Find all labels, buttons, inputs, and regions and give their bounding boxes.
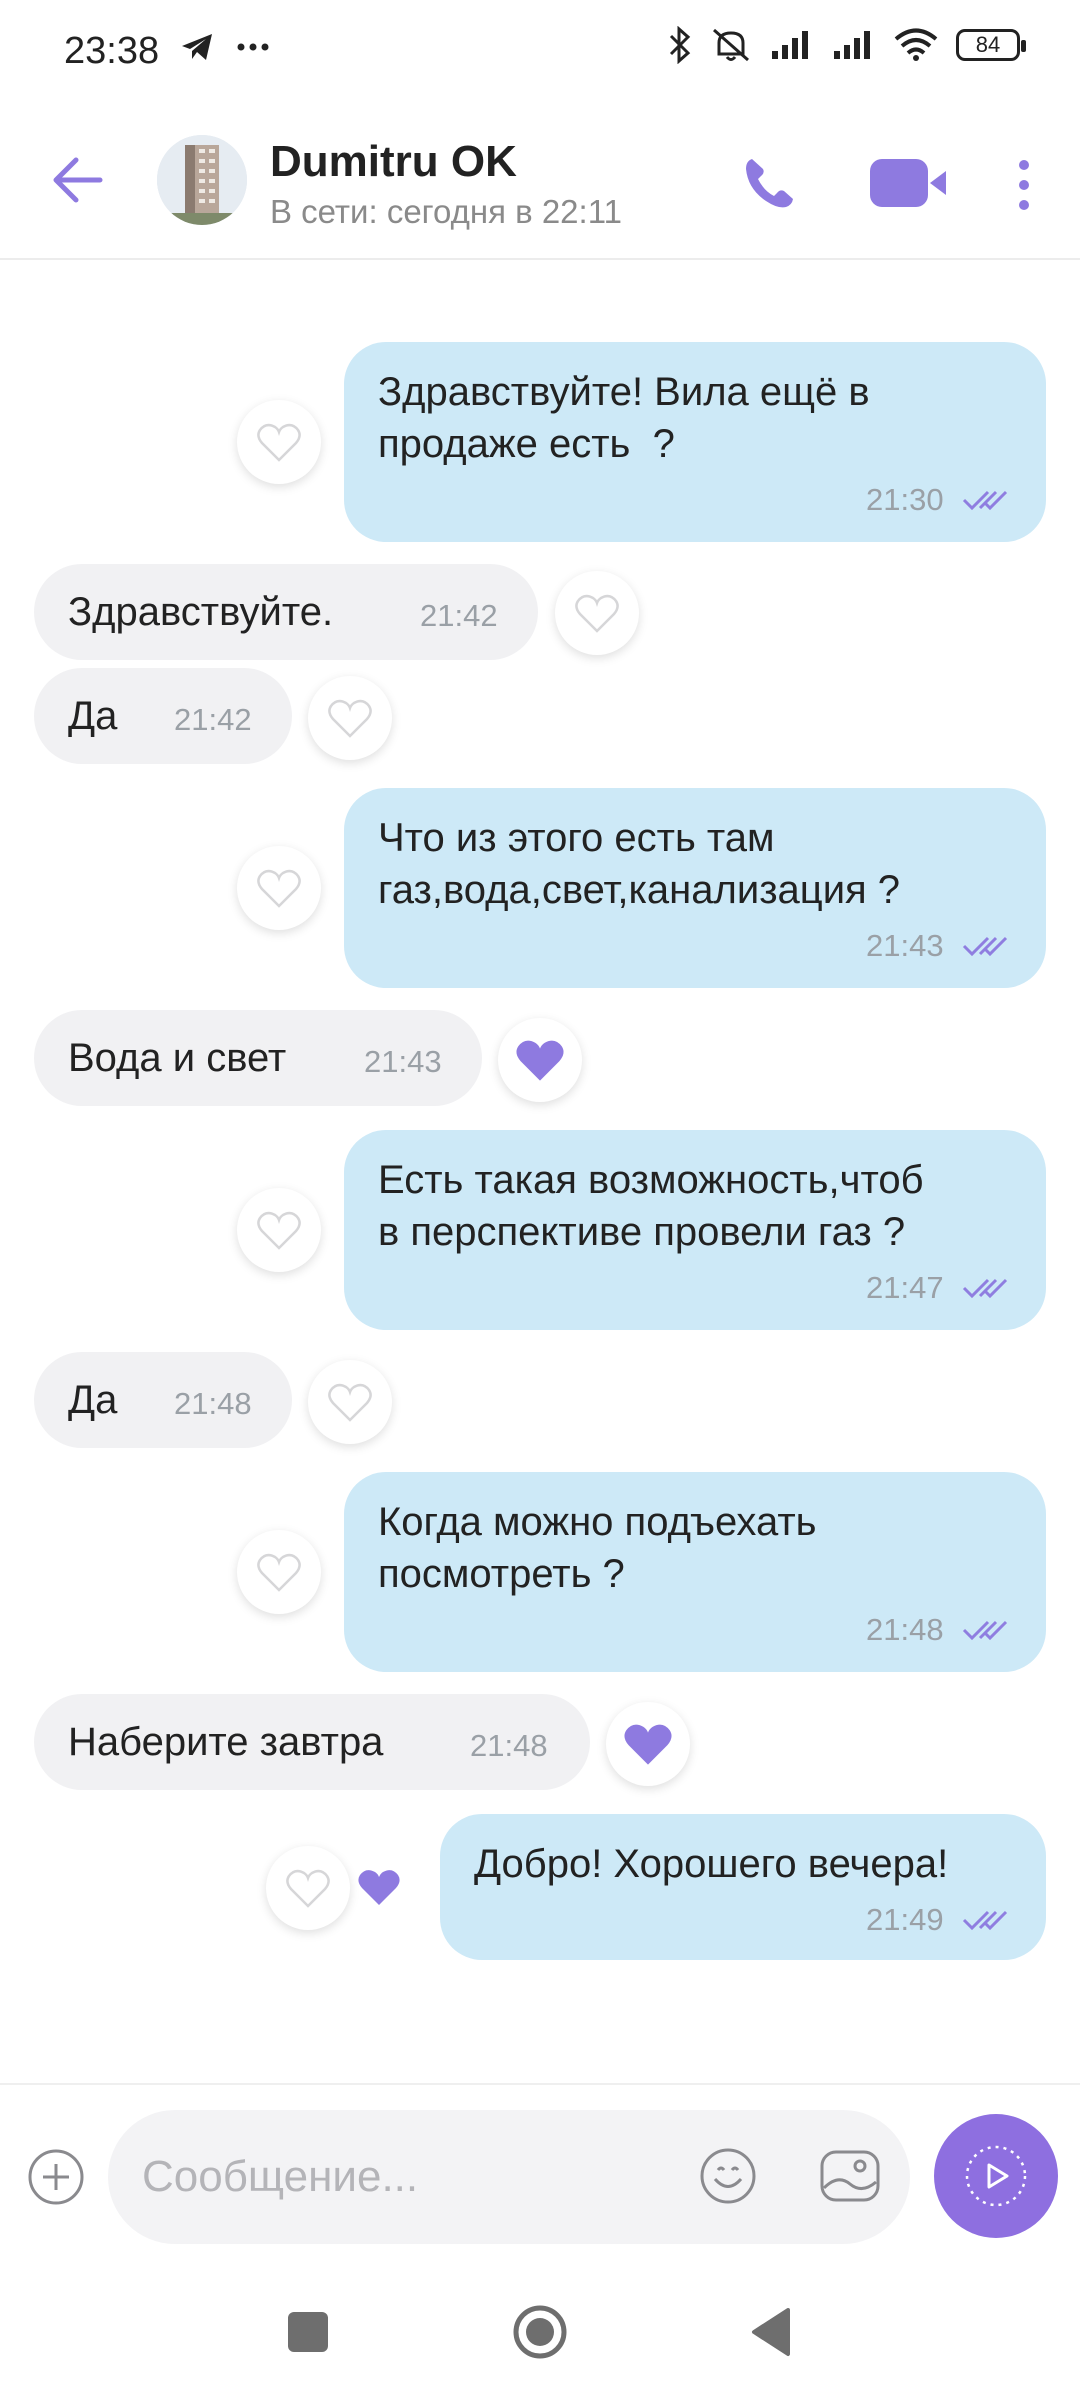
- message-text: Есть такая возможность,чтоб в перспектив…: [378, 1158, 924, 1254]
- message-input[interactable]: Сообщение...: [108, 2110, 910, 2244]
- outgoing-message[interactable]: Здравствуйте! Вила ещё в продаже есть ? …: [344, 342, 1046, 542]
- incoming-message[interactable]: Вода и свет 21:43: [34, 1010, 482, 1106]
- like-button-active[interactable]: [498, 1018, 582, 1102]
- battery-level: 84: [975, 32, 1001, 57]
- heart-outline-icon: [257, 423, 301, 462]
- muted-bell-icon: [713, 28, 749, 62]
- wifi-icon: [894, 28, 938, 61]
- heart-filled-icon: [516, 1040, 564, 1081]
- avatar[interactable]: [157, 135, 247, 225]
- message-time: 21:48: [470, 1728, 548, 1763]
- like-button[interactable]: [266, 1846, 350, 1930]
- message-text: Здравствуйте! Вила ещё в продаже есть ?: [378, 370, 870, 466]
- message-time: 21:47: [866, 1270, 944, 1305]
- like-button[interactable]: [237, 1530, 321, 1614]
- message-text: Да: [68, 694, 118, 738]
- read-ticks-icon: [962, 1278, 1008, 1299]
- outgoing-message[interactable]: Что из этого есть там газ,вода,свет,кана…: [344, 788, 1046, 988]
- like-button[interactable]: [237, 846, 321, 930]
- like-button[interactable]: [555, 571, 639, 655]
- message-time: 21:43: [866, 928, 944, 963]
- message-time: 21:42: [174, 702, 252, 737]
- incoming-message[interactable]: Здравствуйте. 21:42: [34, 564, 538, 660]
- incoming-message[interactable]: Наберите завтра 21:48: [34, 1694, 590, 1790]
- chat-header: Dumitru OK В сети: сегодня в 22:11: [0, 105, 1080, 260]
- send-button[interactable]: [934, 2114, 1058, 2238]
- more-options-icon[interactable]: [1012, 155, 1036, 215]
- message-text: Здравствуйте.: [68, 590, 334, 634]
- emoji-icon[interactable]: [698, 2146, 758, 2206]
- message-time: 21:42: [420, 598, 498, 633]
- message-time: 21:49: [866, 1902, 944, 1937]
- status-bar: 23:38 84: [0, 0, 1080, 105]
- read-ticks-icon: [962, 490, 1008, 511]
- incoming-message[interactable]: Да 21:48: [34, 1352, 292, 1448]
- building-photo-icon: [157, 135, 247, 225]
- heart-outline-icon: [257, 1211, 301, 1250]
- heart-outline-icon: [575, 594, 619, 633]
- more-notifications-icon: [237, 43, 269, 51]
- message-text: Вода и свет: [68, 1036, 287, 1080]
- like-button-active[interactable]: [606, 1702, 690, 1786]
- outgoing-message[interactable]: Добро! Хорошего вечера! 21:49: [440, 1814, 1046, 1960]
- reaction-badge[interactable]: [346, 1854, 412, 1920]
- phone-call-icon[interactable]: [740, 153, 800, 213]
- home-nav-icon[interactable]: [512, 2304, 568, 2360]
- back-nav-icon[interactable]: [748, 2306, 792, 2358]
- message-time: 21:43: [364, 1044, 442, 1079]
- add-attachment-icon[interactable]: [26, 2147, 86, 2207]
- heart-outline-icon: [328, 699, 372, 738]
- read-ticks-icon: [962, 1910, 1008, 1931]
- message-time: 21:48: [174, 1386, 252, 1421]
- incoming-message[interactable]: Да 21:42: [34, 668, 292, 764]
- gallery-icon[interactable]: [818, 2146, 882, 2206]
- signal-icon: [772, 31, 808, 59]
- back-arrow-icon[interactable]: [48, 150, 108, 210]
- message-time: 21:48: [866, 1612, 944, 1647]
- heart-outline-icon: [257, 869, 301, 908]
- send-play-icon: [965, 2145, 1027, 2207]
- message-input-placeholder: Сообщение...: [142, 2152, 419, 2201]
- heart-filled-icon: [624, 1724, 672, 1765]
- read-ticks-icon: [962, 1620, 1008, 1641]
- composer-divider: [0, 2083, 1080, 2085]
- heart-filled-icon: [358, 1870, 400, 1905]
- telegram-icon: [182, 34, 212, 60]
- like-button[interactable]: [237, 1188, 321, 1272]
- video-call-icon[interactable]: [868, 155, 948, 211]
- read-ticks-icon: [962, 936, 1008, 957]
- status-time: 23:38: [64, 30, 160, 72]
- message-text: Когда можно подъехать посмотреть ?: [378, 1500, 817, 1596]
- message-text: Да: [68, 1378, 118, 1422]
- heart-outline-icon: [257, 1553, 301, 1592]
- heart-outline-icon: [328, 1383, 372, 1422]
- heart-outline-icon: [286, 1869, 330, 1908]
- message-text: Наберите завтра: [68, 1720, 384, 1764]
- contact-name[interactable]: Dumitru OK: [270, 137, 517, 187]
- bluetooth-icon: [669, 26, 691, 64]
- message-text: Что из этого есть там газ,вода,свет,кана…: [378, 816, 901, 912]
- outgoing-message[interactable]: Есть такая возможность,чтоб в перспектив…: [344, 1130, 1046, 1330]
- message-time: 21:30: [866, 482, 944, 517]
- contact-last-seen: В сети: сегодня в 22:11: [270, 193, 622, 230]
- like-button[interactable]: [308, 1360, 392, 1444]
- battery-icon: 84: [956, 29, 1026, 61]
- recents-nav-icon[interactable]: [288, 2312, 328, 2352]
- message-text: Добро! Хорошего вечера!: [474, 1842, 949, 1886]
- like-button[interactable]: [237, 400, 321, 484]
- like-button[interactable]: [308, 676, 392, 760]
- signal-2-icon: [834, 31, 870, 59]
- outgoing-message[interactable]: Когда можно подъехать посмотреть ? 21:48: [344, 1472, 1046, 1672]
